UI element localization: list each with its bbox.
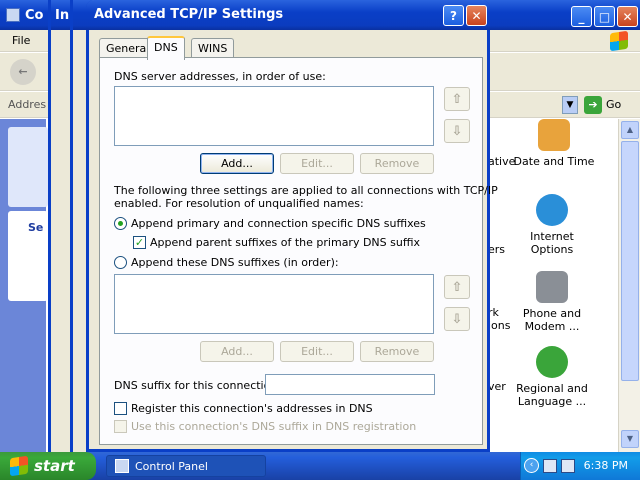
suffix-move-down-button[interactable]: ⇩	[444, 307, 470, 331]
tab-dns[interactable]: DNS	[147, 36, 185, 60]
clock-icon	[538, 119, 570, 151]
scroll-thumb[interactable]	[621, 141, 639, 381]
append-primary-radio[interactable]	[114, 217, 127, 230]
info-text: The following three settings are applied…	[114, 184, 498, 197]
clock[interactable]: 6:38 PM	[584, 459, 628, 472]
scroll-down-icon[interactable]: ▼	[621, 430, 639, 448]
register-addresses-checkbox[interactable]	[114, 402, 127, 415]
taskbar-item-label: Control Panel	[135, 459, 208, 473]
append-parent-checkbox[interactable]: ✓	[133, 236, 146, 249]
append-these-radio[interactable]	[114, 256, 127, 269]
dns-servers-list[interactable]	[114, 86, 434, 146]
edit-dns-server-button[interactable]: Edit...	[280, 153, 354, 174]
scroll-up-icon[interactable]: ▲	[621, 121, 639, 139]
dns-suffix-input[interactable]	[265, 374, 435, 395]
append-primary-label: Append primary and connection specific D…	[131, 217, 426, 230]
append-parent-label: Append parent suffixes of the primary DN…	[150, 236, 420, 249]
dns-servers-label: DNS server addresses, in order of use:	[114, 70, 326, 83]
clipped-label: ions	[488, 319, 511, 332]
arrow-up-icon: ⇧	[451, 91, 463, 107]
help-button[interactable]: ?	[443, 5, 464, 26]
use-suffix-checkbox[interactable]	[114, 420, 127, 433]
globe-icon	[536, 346, 568, 378]
cp-item-regional-language[interactable]: Regional and Language ...	[502, 346, 602, 408]
add-suffix-button[interactable]: Add...	[200, 341, 274, 362]
arrow-down-icon: ⇩	[451, 311, 463, 327]
info-text: enabled. For resolution of unqualified n…	[114, 197, 364, 210]
see-also-heading: Se	[28, 221, 44, 234]
advanced-tcpip-dialog: Advanced TCP/IP Settings ? ✕ General DNS…	[86, 0, 498, 452]
remove-suffix-button[interactable]: Remove	[360, 341, 434, 362]
address-label: Addres	[8, 98, 47, 111]
system-tray: ‹ 6:38 PM	[520, 452, 640, 480]
add-dns-server-button[interactable]: Add...	[200, 153, 274, 174]
dns-suffix-label: DNS suffix for this connection:	[114, 379, 282, 392]
cp-item-phone-modem[interactable]: Phone and Modem ...	[502, 271, 602, 333]
windows-logo-icon	[10, 455, 28, 477]
tab-wins[interactable]: WINS	[191, 38, 235, 58]
tray-expand-icon[interactable]: ‹	[524, 458, 539, 473]
windows-logo-icon	[610, 30, 628, 52]
clipped-label: ver	[488, 380, 506, 393]
taskbar-item-control-panel[interactable]: Control Panel	[106, 455, 266, 477]
dialog-title: Advanced TCP/IP Settings	[94, 7, 284, 22]
back-icon[interactable]: ←	[10, 59, 36, 85]
register-addresses-label: Register this connection's addresses in …	[131, 402, 373, 415]
arrow-up-icon: ⇧	[451, 279, 463, 295]
control-panel-items: Date and Time Internet Options Phone and…	[488, 119, 618, 452]
clipped-label: ers	[488, 243, 506, 256]
clipped-label: ative	[488, 155, 516, 168]
minimize-button[interactable]: _	[571, 6, 592, 27]
suffix-move-up-button[interactable]: ⇧	[444, 275, 470, 299]
move-up-button[interactable]: ⇧	[444, 87, 470, 111]
task-pane-box	[8, 127, 48, 207]
taskbar: start Control Panel ‹ 6:38 PM	[0, 452, 640, 480]
start-label: start	[34, 457, 75, 475]
remove-dns-server-button[interactable]: Remove	[360, 153, 434, 174]
go-arrow-icon[interactable]: ➔	[584, 96, 602, 114]
network-icon[interactable]	[561, 459, 575, 473]
vertical-scrollbar[interactable]: ▲ ▼	[618, 119, 640, 452]
dialog-title-bar[interactable]: Advanced TCP/IP Settings ? ✕	[86, 0, 490, 30]
start-button[interactable]: start	[0, 452, 96, 480]
close-button[interactable]: ✕	[617, 6, 638, 27]
network-icon[interactable]	[543, 459, 557, 473]
dialog-close-button[interactable]: ✕	[466, 5, 487, 26]
use-suffix-label: Use this connection's DNS suffix in DNS …	[131, 420, 417, 433]
edit-suffix-button[interactable]: Edit...	[280, 341, 354, 362]
cp-item-date-time[interactable]: Date and Time	[504, 119, 604, 168]
arrow-down-icon: ⇩	[451, 123, 463, 139]
dns-suffixes-list[interactable]	[114, 274, 434, 334]
dns-tab-panel: DNS server addresses, in order of use: ⇧…	[99, 57, 498, 445]
task-pane: Se	[0, 119, 48, 452]
maximize-button[interactable]: □	[594, 6, 615, 27]
control-panel-icon	[115, 459, 129, 473]
see-also-box: Se	[8, 211, 48, 301]
move-down-button[interactable]: ⇩	[444, 119, 470, 143]
globe-icon	[536, 194, 568, 226]
address-dropdown-icon[interactable]: ▼	[562, 96, 578, 114]
phone-icon	[536, 271, 568, 303]
control-panel-title: Co	[25, 8, 44, 23]
menu-file[interactable]: File	[12, 34, 30, 47]
append-these-label: Append these DNS suffixes (in order):	[131, 256, 339, 269]
control-panel-icon	[6, 8, 20, 22]
go-button[interactable]: Go	[606, 98, 621, 111]
cp-item-internet-options[interactable]: Internet Options	[502, 194, 602, 256]
